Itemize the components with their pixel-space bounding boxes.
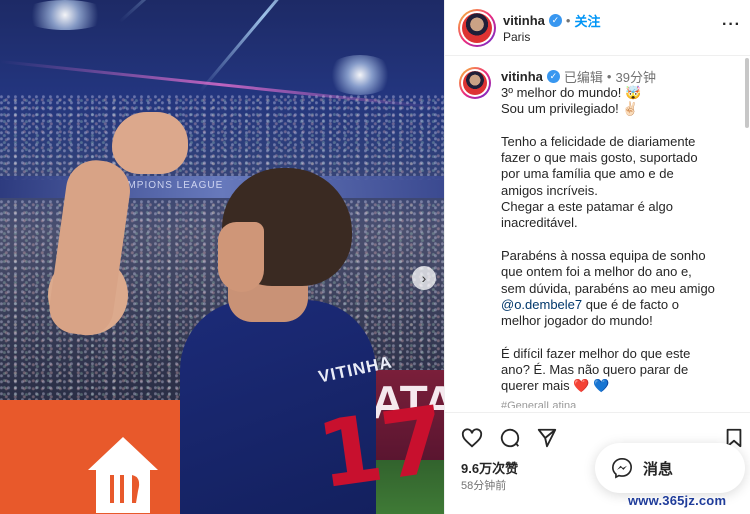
caption-text: 3º melhor do mundo! 🤯 Sou um privilegiado… (501, 85, 745, 395)
caption-line: melhor jogador do mundo! (501, 313, 653, 329)
caption-line: Sou um privilegiado! ✌🏻 (501, 101, 639, 117)
caption-block: melhor jogador do mundo! É difícil fazer… (501, 313, 745, 394)
house-logo-icon (88, 437, 158, 513)
caption-line: Parabéns à nossa equipa de sonho (501, 247, 706, 263)
avatar[interactable] (459, 67, 491, 99)
caption-line (501, 329, 745, 345)
caption-line: que ontem foi a melhor do ano e, (501, 264, 692, 280)
player-face (218, 222, 264, 292)
caption-username[interactable]: vitinha (501, 69, 543, 84)
shirt-number: 17 (311, 385, 444, 510)
player-fist (112, 112, 188, 174)
caption-line (501, 232, 745, 248)
watermark: www.365jz.com (628, 493, 727, 508)
caption-line: @o.dembele7 que é de facto o (501, 297, 745, 313)
verified-badge-icon: ✓ (548, 14, 562, 27)
caption-line: fazer o que mais gosto, suportado (501, 150, 698, 166)
carousel-next-button[interactable]: › (412, 266, 436, 290)
caption-line: querer mais ❤️ 💙 (501, 378, 610, 394)
caption-line: Tenho a felicidade de diariamente (501, 133, 696, 149)
share-icon[interactable] (536, 427, 558, 449)
username-link[interactable]: vitinha (503, 13, 545, 28)
caption-line: 3º melhor do mundo! 🤯 (501, 85, 642, 100)
post-header: vitinha ✓ • 关注 Paris ··· (445, 0, 750, 56)
message-button[interactable]: 消息 (595, 443, 745, 493)
chevron-right-icon: › (421, 270, 427, 286)
instagram-post-view: UEFA CHAMPIONS LEAGUE QATAR VITINHA 17 › (0, 0, 750, 514)
caption-block: 3º melhor do mundo! 🤯 Sou um privilegiado… (501, 85, 745, 297)
caption-line: inacreditável. (501, 215, 578, 231)
comment-icon[interactable] (499, 427, 521, 449)
post-photo[interactable]: UEFA CHAMPIONS LEAGUE QATAR VITINHA 17 › (0, 0, 444, 514)
separator-dot: • (606, 69, 612, 84)
header-user-row: vitinha ✓ • 关注 (503, 11, 600, 30)
post-time[interactable]: 39分钟 (615, 67, 655, 86)
follow-button[interactable]: 关注 (574, 11, 600, 30)
scrollbar[interactable] (745, 58, 749, 128)
messenger-icon (612, 458, 632, 479)
post-sidebar: vitinha ✓ • 关注 Paris ··· vitinha ✓ 已编辑 •… (444, 0, 750, 514)
caption-cut-line: #GeneralLatina (501, 400, 577, 408)
location-link[interactable]: Paris (503, 30, 530, 44)
more-horizontal-icon[interactable]: ··· (722, 16, 741, 34)
caption-line: ano? É. Mas não quero parar de (501, 362, 689, 378)
caption-line: Chegar a este patamar é algo (501, 199, 673, 215)
mention-link[interactable]: @o.dembele7 (501, 297, 582, 312)
stadium-light (325, 55, 395, 95)
caption-line (501, 118, 745, 134)
avatar[interactable] (458, 9, 496, 47)
actions-bar: 9.6万次赞 58分钟前 消息 www.365jz.com (445, 412, 750, 512)
heart-icon[interactable] (461, 427, 483, 449)
caption-fragment: que é de facto o (582, 296, 679, 312)
likes-count[interactable]: 9.6万次赞 (461, 458, 518, 477)
stadium-light (20, 0, 110, 30)
separator-dot: • (565, 13, 571, 28)
post-age: 58分钟前 (461, 480, 507, 492)
light-beam (198, 0, 330, 93)
caption-line: por uma família que amo e de (501, 166, 674, 182)
crowd (0, 95, 444, 180)
edited-label: 已编辑 (563, 70, 603, 85)
verified-badge-icon: ✓ (546, 70, 560, 83)
caption-header: vitinha ✓ 已编辑 • 39分钟 (501, 67, 656, 86)
message-button-label: 消息 (643, 460, 674, 478)
caption-line: sem dúvida, parabéns ao meu amigo (501, 280, 715, 296)
caption-line: amigos incríveis. (501, 182, 598, 198)
caption-line: É difícil fazer melhor do que este (501, 345, 691, 361)
